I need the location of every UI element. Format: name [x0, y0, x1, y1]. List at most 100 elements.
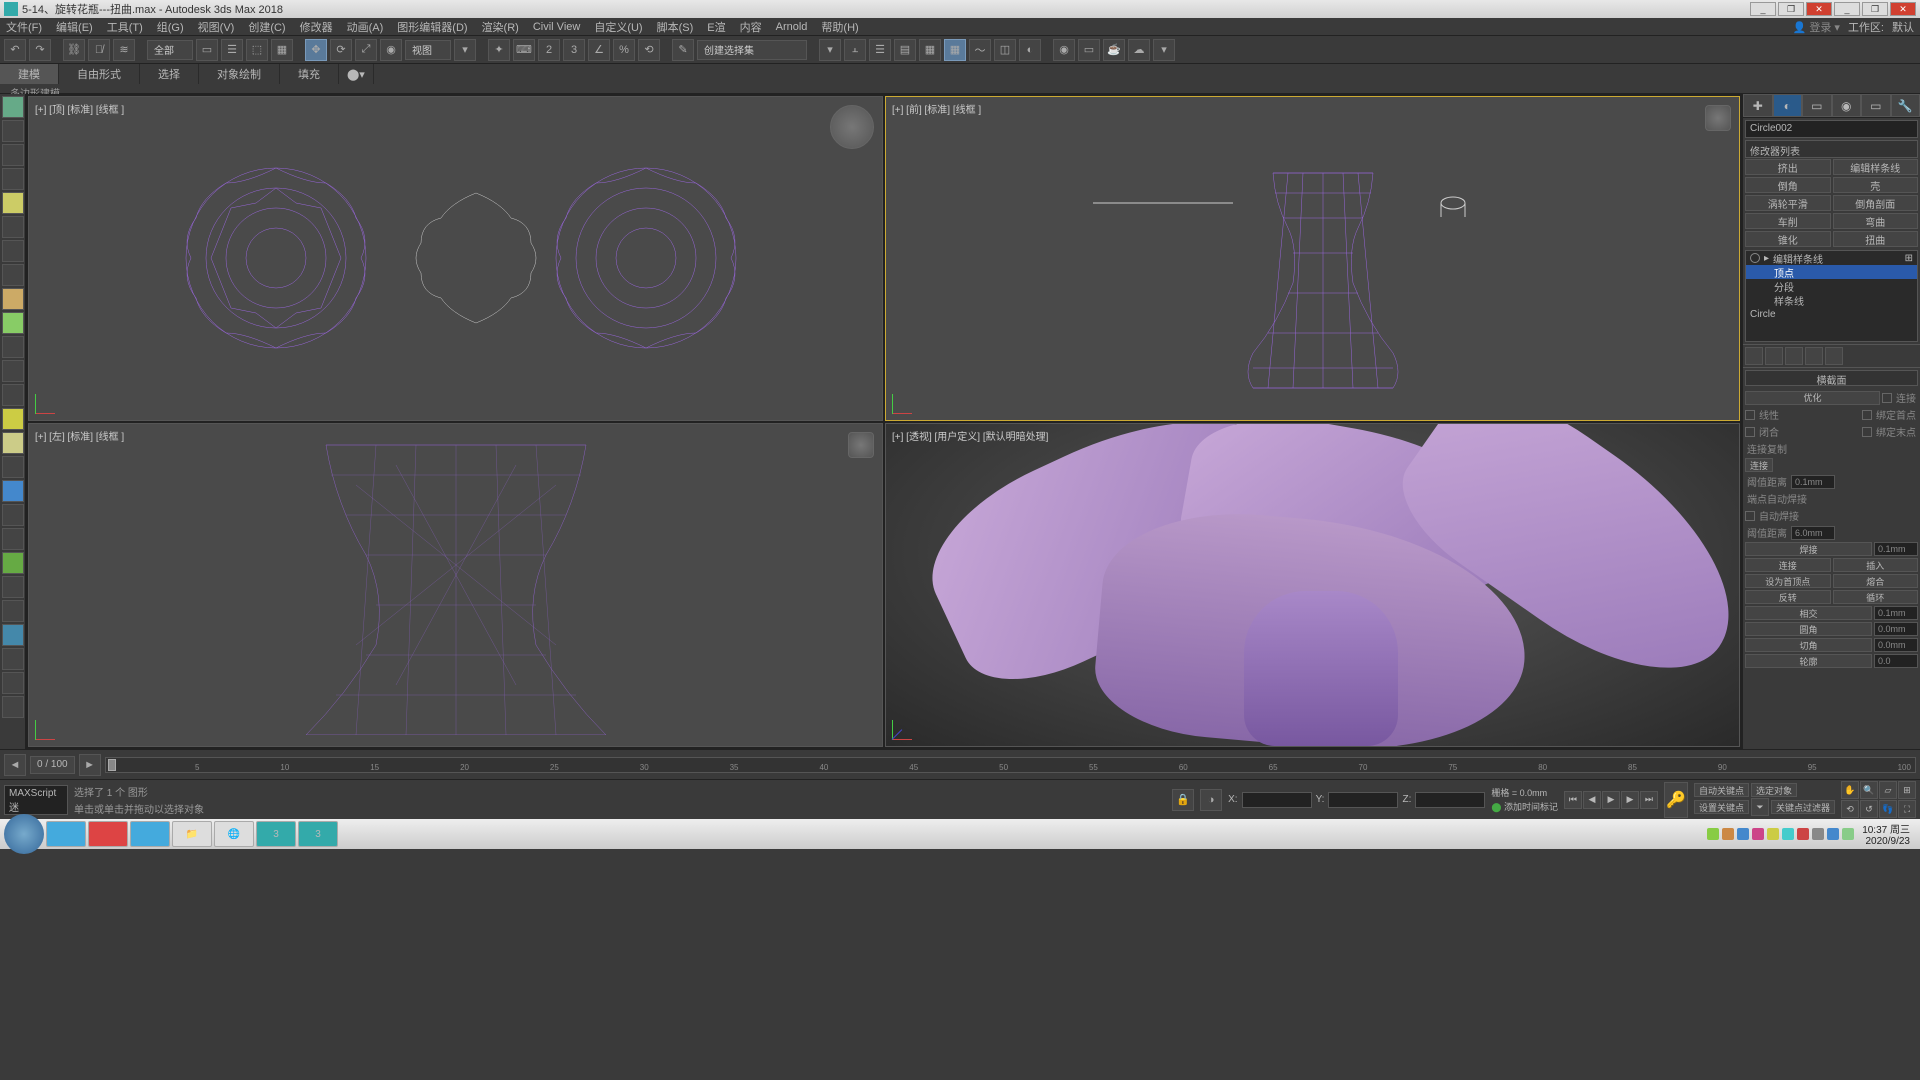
goto-start-button[interactable]: ⏮: [1564, 791, 1582, 809]
viewport-left[interactable]: [+] [左] [标准] [线框 ]: [28, 423, 883, 748]
nurbs-icon[interactable]: [2, 504, 24, 526]
taskbar-clock[interactable]: 10:37 周三2020/9/23: [1856, 821, 1916, 847]
light-icon[interactable]: [2, 168, 24, 190]
stack-base[interactable]: Circle: [1746, 307, 1917, 321]
spin-weld[interactable]: 0.1mm: [1874, 542, 1918, 556]
torus-icon[interactable]: [2, 360, 24, 382]
btn-taper[interactable]: 锥化: [1745, 231, 1831, 247]
taskbar-app-3[interactable]: [130, 821, 170, 847]
goto-end-button[interactable]: ⏭: [1640, 791, 1658, 809]
viewport-front-label[interactable]: [+] [前] [标准] [线框 ]: [892, 101, 981, 116]
menu-animation[interactable]: 动画(A): [347, 19, 384, 35]
util-icon[interactable]: [2, 672, 24, 694]
config-button[interactable]: [1825, 347, 1843, 365]
nav-max-button[interactable]: ⛶: [1898, 800, 1916, 818]
ribbon-tab-selection[interactable]: 选择: [140, 64, 199, 84]
play-button[interactable]: ▶: [1602, 791, 1620, 809]
rotate-button[interactable]: ⟳: [330, 39, 352, 61]
menu-edit[interactable]: 编辑(E): [56, 19, 93, 35]
layer-icon[interactable]: [2, 120, 24, 142]
btn-first[interactable]: 设为首顶点: [1745, 574, 1831, 588]
chk-bindfirst[interactable]: [1862, 410, 1872, 420]
chk-autoweld[interactable]: [1745, 511, 1755, 521]
minimize-button-2[interactable]: _: [1834, 2, 1860, 16]
maxscript-listener[interactable]: MAXScript 迷: [4, 785, 68, 815]
restore-button-2[interactable]: ❐: [1862, 2, 1888, 16]
btn-fillet[interactable]: 圆角: [1745, 622, 1872, 636]
stack-spline[interactable]: 样条线: [1746, 293, 1917, 307]
menu-view[interactable]: 视图(V): [198, 19, 235, 35]
toggle-ribbon-button[interactable]: ▦: [944, 39, 966, 61]
spin-autoweld[interactable]: 6.0mm: [1791, 526, 1835, 540]
object-name-field[interactable]: Circle002: [1745, 120, 1918, 138]
undo-button[interactable]: ↶: [4, 39, 26, 61]
keyfilter-button[interactable]: 关键点过滤器: [1771, 800, 1835, 814]
taskbar-explorer[interactable]: 📁: [172, 821, 212, 847]
snaps3-button[interactable]: 3: [563, 39, 585, 61]
nav-roll-button[interactable]: ↺: [1860, 800, 1878, 818]
motion-tab[interactable]: ◉: [1832, 94, 1862, 117]
restore-button[interactable]: ❐: [1778, 2, 1804, 16]
angle-snap-button[interactable]: ∠: [588, 39, 610, 61]
btn-fuse[interactable]: 熔合: [1833, 574, 1919, 588]
nav-fov-button[interactable]: ▱: [1879, 781, 1897, 799]
unique-button[interactable]: [1785, 347, 1803, 365]
btn-editspline[interactable]: 编辑样条线: [1833, 159, 1919, 175]
named-sel-edit-button[interactable]: ✎: [672, 39, 694, 61]
btn-twist[interactable]: 扭曲: [1833, 231, 1919, 247]
keyboard-button[interactable]: ⌨: [513, 39, 535, 61]
chk-linear[interactable]: [1745, 410, 1755, 420]
btn-crossins[interactable]: 相交: [1745, 606, 1872, 620]
menu-script[interactable]: 脚本(S): [657, 19, 694, 35]
spin-chamfer[interactable]: 0.0mm: [1874, 638, 1918, 652]
select-button[interactable]: ▭: [196, 39, 218, 61]
taskbar-chrome[interactable]: 🌐: [214, 821, 254, 847]
isolate-icon[interactable]: ◑: [1200, 789, 1222, 811]
keyfilter-icon[interactable]: ⏷: [1751, 798, 1769, 816]
particle-icon[interactable]: [2, 552, 24, 574]
ribbon-tab-objectpaint[interactable]: 对象绘制: [199, 64, 280, 84]
spin-thresh[interactable]: 0.1mm: [1791, 475, 1835, 489]
viewport-perspective[interactable]: [+] [透视] [用户定义] [默认明暗处理]: [885, 423, 1740, 748]
btn-copyconnect[interactable]: 连接: [1745, 458, 1773, 472]
lock-icon[interactable]: 🔒: [1172, 789, 1194, 811]
box-icon[interactable]: [2, 288, 24, 310]
timeline-frame[interactable]: 0 / 100: [30, 756, 75, 774]
move-button[interactable]: ✥: [305, 39, 327, 61]
ribbon-tab-populate[interactable]: 填充: [280, 64, 339, 84]
minimize-button[interactable]: _: [1750, 2, 1776, 16]
start-button[interactable]: [4, 814, 44, 854]
setkey-button[interactable]: 设置关键点: [1694, 800, 1749, 814]
menu-tools[interactable]: 工具(T): [107, 19, 143, 35]
cylinder-icon[interactable]: [2, 336, 24, 358]
spin-fillet[interactable]: 0.0mm: [1874, 622, 1918, 636]
menu-arnold[interactable]: Arnold: [776, 21, 808, 33]
autokey-button[interactable]: 自动关键点: [1694, 783, 1749, 797]
modifier-list-dropdown[interactable]: 修改器列表: [1745, 140, 1918, 158]
snaps2-button[interactable]: 2: [538, 39, 560, 61]
taskbar-3dsmax-1[interactable]: 3: [256, 821, 296, 847]
layer-explorer-button[interactable]: ▤: [894, 39, 916, 61]
material-button[interactable]: ◐: [1019, 39, 1041, 61]
viewport-persp-label[interactable]: [+] [透视] [用户定义] [默认明暗处理]: [892, 428, 1048, 443]
taskbar-app-1[interactable]: [46, 821, 86, 847]
btn-shell[interactable]: 壳: [1833, 177, 1919, 193]
ribbon-toggle[interactable]: ⬤▾: [339, 64, 374, 84]
ribbon-tab-modeling[interactable]: 建模: [0, 64, 59, 84]
nav-pan-button[interactable]: ✋: [1841, 781, 1859, 799]
btn-weld[interactable]: 焊接: [1745, 542, 1872, 556]
nav-zoom-button[interactable]: 🔍: [1860, 781, 1878, 799]
menu-customize[interactable]: 自定义(U): [594, 19, 642, 35]
render-frame-button[interactable]: ▭: [1078, 39, 1100, 61]
util2-icon[interactable]: [2, 696, 24, 718]
schematic-button[interactable]: ◫: [994, 39, 1016, 61]
taskbar-app-2[interactable]: [88, 821, 128, 847]
link-button[interactable]: ⛓: [63, 39, 85, 61]
spin-crossins[interactable]: 0.1mm: [1874, 606, 1918, 620]
unlink-button[interactable]: ⛓̸: [88, 39, 110, 61]
patch-icon[interactable]: [2, 480, 24, 502]
login-button[interactable]: 👤 登录 ▾: [1793, 19, 1840, 35]
helper-icon[interactable]: [2, 240, 24, 262]
stack-vertex[interactable]: 顶点: [1746, 265, 1917, 279]
select-name-button[interactable]: ☰: [221, 39, 243, 61]
